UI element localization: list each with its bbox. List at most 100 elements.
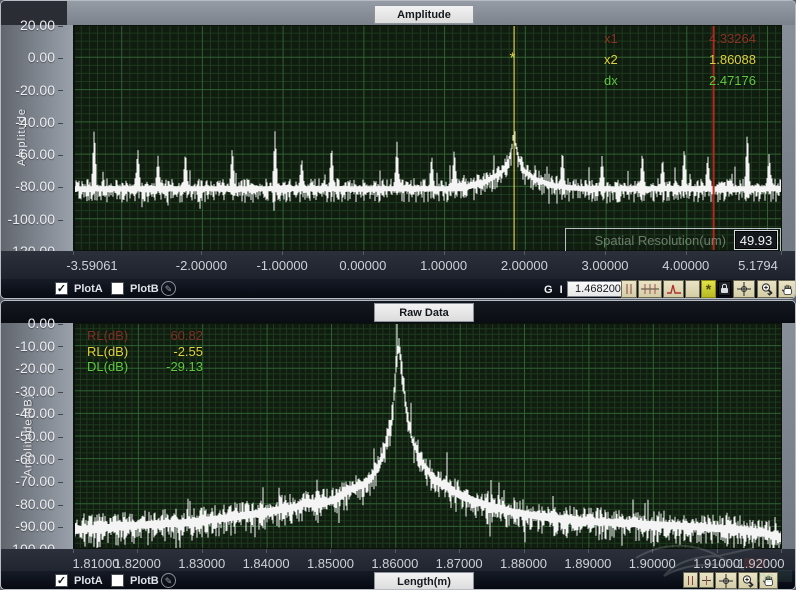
raw-data-plot[interactable]: RL(dB)60.82RL(dB)-2.55DL(dB)-29.13	[73, 323, 782, 549]
x-tick-mark	[717, 549, 718, 553]
y-tick-label: -60.00	[15, 146, 63, 162]
peak-marker-button[interactable]	[663, 280, 684, 298]
amplitude-plot[interactable]: * x14.33264x21.86088dx2.47176 Spatial Re…	[73, 25, 782, 251]
x-tick-mark	[781, 251, 782, 255]
lock-button[interactable]	[718, 281, 731, 296]
pan-button[interactable]	[759, 572, 778, 589]
readout-value: 4.33264	[709, 31, 756, 46]
x-tick-mark	[363, 251, 364, 255]
zoom-button[interactable]	[738, 572, 758, 589]
cursor-lines-icon	[623, 283, 635, 295]
crosshair-button[interactable]	[715, 572, 737, 589]
plota-checkbox[interactable]: ✓	[55, 282, 68, 295]
hand-icon	[762, 574, 775, 587]
tab-raw-data[interactable]: Raw Data	[374, 303, 474, 322]
x-tick-mark	[524, 251, 525, 255]
y-tick-label: -80.00	[15, 496, 63, 512]
spatial-resolution-label: Spatial Resolution(um)	[594, 233, 726, 248]
cursor-lines-button[interactable]	[621, 280, 637, 298]
readout-label: dx	[604, 73, 618, 88]
x-tick-label: 1.83000	[178, 556, 225, 571]
x-tick-mark	[459, 549, 460, 553]
y-tick-label: -50.00	[15, 428, 63, 444]
amplitude-panel: Amplitude Amplitude 20.000.00-20.00-40.0…	[0, 0, 796, 299]
x-tick-label: 1.87000	[436, 556, 483, 571]
x-tick-label: 1.92000	[738, 556, 785, 571]
x-tick-label: -3.59061	[66, 258, 117, 273]
y-tick-label: 20.00	[20, 17, 63, 33]
cursor-readout-row: x1 4.33264	[604, 31, 756, 46]
band-cursors-button[interactable]	[638, 280, 662, 298]
readout-label: RL(dB)	[87, 344, 128, 359]
zoom-button[interactable]	[757, 280, 777, 298]
x-tick-label: 3.00000	[582, 258, 629, 273]
x-tick-mark	[282, 251, 283, 255]
y-tick-label: -100.00	[8, 211, 63, 227]
band-cursors-icon	[701, 575, 712, 586]
x-tick-label: -1.00000	[256, 258, 307, 273]
x-tick-mark	[524, 549, 525, 553]
band-cursors-button[interactable]	[699, 572, 714, 588]
x-tick-label: 1.88000	[500, 556, 547, 571]
y-tick-label: -20.00	[15, 360, 63, 376]
cursor-lines-button[interactable]	[683, 572, 698, 588]
blank-button[interactable]	[685, 280, 700, 298]
readout-value: 60.82	[170, 328, 203, 343]
y-axis-ticks-top: 20.000.00-20.00-40.00-60.00-80.00-100.00…	[1, 25, 73, 251]
tab-length-bottom[interactable]: Length(m)	[374, 572, 474, 590]
zoom-icon	[760, 282, 774, 296]
x-tick-label: 1.90000	[629, 556, 676, 571]
spectrum-analyzer-app: Amplitude Amplitude 20.000.00-20.00-40.0…	[0, 0, 796, 590]
pen-icon[interactable]: ✎	[161, 573, 176, 588]
toolbar-top: ✓ PlotA PlotB ✎ G I 1.468200 *	[1, 279, 795, 299]
lock-icon	[720, 283, 729, 294]
spatial-resolution-box: Spatial Resolution(um) 49.93	[565, 228, 781, 252]
x-axis-top: -3.59061-2.00000-1.000000.000001.000002.…	[1, 251, 795, 279]
x-tick-label: -2.00000	[176, 258, 227, 273]
crosshair-icon	[737, 282, 751, 296]
x-tick-mark	[202, 549, 203, 553]
cursor-readout-row: RL(dB) 60.82	[87, 328, 203, 343]
x-tick-mark	[137, 549, 138, 553]
x-tick-label: 2.00000	[501, 258, 548, 273]
x-tick-mark	[73, 251, 74, 255]
x-tick-mark	[201, 251, 202, 255]
x-tick-label: 4.00000	[662, 258, 709, 273]
plotb-checkbox[interactable]	[111, 574, 124, 587]
hand-icon	[781, 283, 794, 296]
plotb-checkbox[interactable]	[111, 282, 124, 295]
y-tick-label: 0.00	[28, 315, 63, 331]
x-tick-mark	[652, 549, 653, 553]
crosshair-button[interactable]	[733, 280, 755, 298]
x-tick-mark	[444, 251, 445, 255]
y-tick-label: -20.00	[15, 82, 63, 98]
readout-label: x2	[604, 52, 618, 67]
pan-button[interactable]	[778, 280, 796, 298]
pen-icon[interactable]: ✎	[161, 281, 176, 296]
y-axis-ticks-bottom: 0.00-10.00-20.00-30.00-40.00-50.00-60.00…	[1, 323, 73, 549]
gi-label: G I	[544, 284, 565, 296]
x-tick-label: 1.85000	[307, 556, 354, 571]
x-tick-label: 1.84000	[243, 556, 290, 571]
readout-label: RL(dB)	[87, 328, 128, 343]
snap-button[interactable]: *	[701, 280, 716, 298]
toolbar-bottom: ✓ PlotA PlotB ✎ Length(m)	[1, 571, 795, 590]
y-tick-label: -60.00	[15, 451, 63, 467]
y-tick-label: 0.00	[28, 49, 63, 65]
spatial-resolution-value[interactable]: 49.93	[734, 230, 778, 250]
x-tick-label: 1.00000	[420, 258, 467, 273]
tab-amplitude[interactable]: Amplitude	[374, 5, 474, 24]
x-tick-label: 1.89000	[564, 556, 611, 571]
readout-value: 1.86088	[709, 52, 756, 67]
svg-text:*: *	[510, 49, 516, 66]
plota-label: PlotA	[74, 575, 103, 587]
y-tick-label: -40.00	[15, 405, 63, 421]
x-tick-mark	[73, 549, 74, 553]
plotb-label: PlotB	[130, 283, 159, 295]
readout-label: x1	[604, 31, 618, 46]
x-tick-mark	[781, 549, 782, 553]
y-tick-label: -80.00	[15, 178, 63, 194]
x-tick-mark	[686, 251, 687, 255]
plota-checkbox[interactable]: ✓	[55, 574, 68, 587]
cursor-position-field[interactable]: 1.468200	[567, 281, 629, 297]
